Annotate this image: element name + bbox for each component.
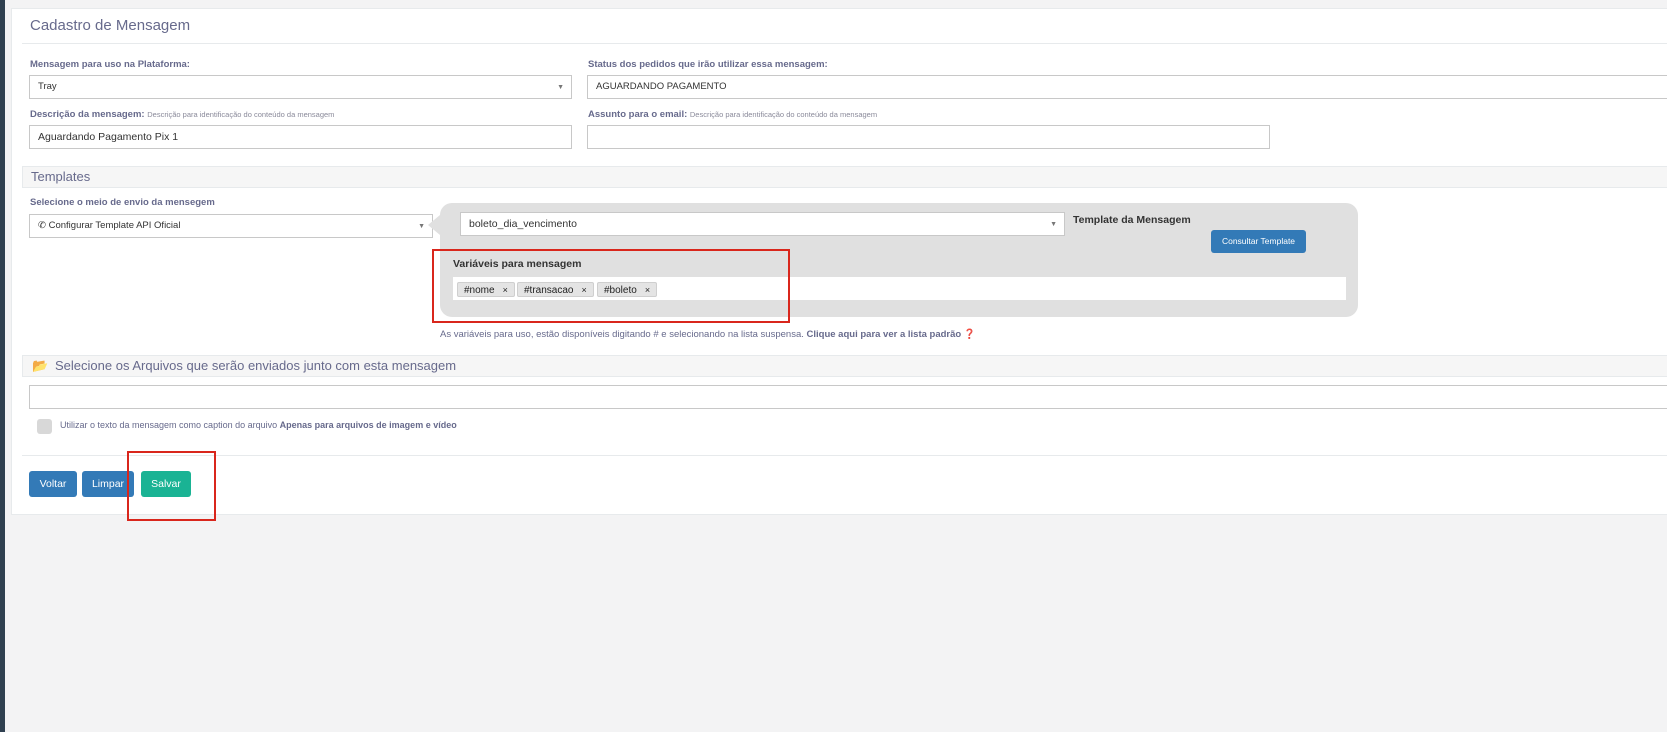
files-input[interactable] [29,385,1667,409]
chevron-down-icon: ▼ [418,223,425,230]
template-select-value: boleto_dia_vencimento [469,218,577,230]
platform-select[interactable]: Tray ▼ [29,75,572,99]
chevron-down-icon: ▼ [557,84,564,91]
status-value: AGUARDANDO PAGAMENTO [596,81,727,92]
actions-divider [22,455,1667,456]
platform-value: Tray [38,81,57,92]
templates-header: Templates [22,166,1667,188]
folder-open-icon: 📂 [32,358,49,373]
description-label: Descrição da mensagem: Descrição para id… [30,109,334,120]
caption-checkbox[interactable] [37,419,52,434]
whatsapp-icon: ✆ [38,220,46,231]
status-label: Status dos pedidos que irão utilizar ess… [588,59,828,70]
variables-help-text: As variáveis para uso, estão disponíveis… [440,329,804,340]
help-icon[interactable]: ❓ [964,329,976,340]
consult-template-button[interactable]: Consultar Template [1211,230,1306,253]
files-header-text: Selecione os Arquivos que serão enviados… [55,358,457,373]
variables-help: As variáveis para uso, estão disponíveis… [440,329,976,340]
subject-label-text: Assunto para o email: [588,109,688,120]
template-select[interactable]: boleto_dia_vencimento ▼ [460,212,1065,236]
sidebar-edge [0,0,5,732]
highlight-box-save [127,451,216,521]
subject-hint: Descrição para identificação do conteúdo… [689,110,878,119]
send-method-value: Configurar Template API Oficial [48,220,181,231]
send-method-label: Selecione o meio de envio da mensegem [30,197,215,208]
description-label-text: Descrição da mensagem: [30,109,145,120]
platform-label: Mensagem para uso na Plataforma: [30,59,190,70]
back-button[interactable]: Voltar [29,471,77,497]
bubble-pointer [428,215,440,235]
variables-help-link[interactable]: Clique aqui para ver a lista padrão [807,329,962,340]
status-select[interactable]: AGUARDANDO PAGAMENTO [587,75,1667,99]
description-input[interactable]: Aguardando Pagamento Pix 1 [29,125,572,149]
caption-label: Utilizar o texto da mensagem como captio… [60,420,457,430]
subject-input[interactable] [587,125,1270,149]
chevron-down-icon: ▼ [1050,221,1057,228]
description-value: Aguardando Pagamento Pix 1 [38,131,179,143]
description-hint: Descrição para identificação do conteúdo… [147,110,335,119]
caption-text: Utilizar o texto da mensagem como captio… [60,420,278,430]
highlight-box-variables [432,249,790,323]
files-header: 📂 Selecione os Arquivos que serão enviad… [22,355,1667,377]
send-method-select[interactable]: ✆ Configurar Template API Oficial ▼ [29,214,433,238]
caption-strong: Apenas para arquivos de imagem e vídeo [279,420,457,430]
page-title: Cadastro de Mensagem [30,17,191,34]
subject-label: Assunto para o email: Descrição para ide… [588,109,877,120]
title-divider [22,43,1667,44]
template-label: Template da Mensagem [1073,214,1191,226]
